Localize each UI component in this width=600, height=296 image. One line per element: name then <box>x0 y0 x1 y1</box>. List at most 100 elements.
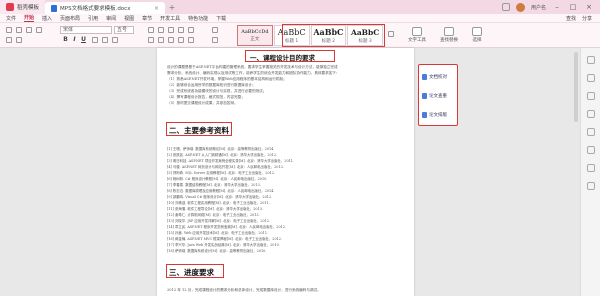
menu-home[interactable]: 开始 <box>24 14 35 22</box>
layout-icon <box>422 111 427 118</box>
text-tools-button[interactable]: 文字工具 <box>408 27 426 43</box>
app-home-tab[interactable]: 稻壳模板 <box>0 0 46 14</box>
shading-icon[interactable] <box>212 37 218 43</box>
comments-icon[interactable] <box>587 128 595 136</box>
align-right-icon[interactable] <box>168 37 174 43</box>
reference-item: [5] 郑阿奇. SQL Server 实用教程[M]. 北京：电子工业出版社，… <box>167 171 276 175</box>
decrease-indent-icon[interactable] <box>168 27 174 33</box>
style-normal-sample: AaBbCcDd <box>241 29 269 35</box>
style-gallery-more-icon[interactable] <box>388 31 394 37</box>
minimize-icon[interactable]: – <box>552 3 562 11</box>
reference-item: [3] 明日科技. ASP.NET 项目开发案例全程实录[M]. 北京：清华大学… <box>167 159 295 163</box>
menu-layout[interactable]: 页面布局 <box>60 15 80 22</box>
reference-item: [15] 孙鑫. Web 应用开发技术[M]. 北京：电子工业出版社，2011. <box>167 231 269 235</box>
paragraph-line: 设计的课题是基于ASP.NET平台构建的管理系统，要求学生掌握相关的开发技术与设… <box>167 65 338 69</box>
italic-button[interactable]: I <box>71 36 78 43</box>
font-color-icon[interactable] <box>92 37 98 43</box>
assistant-panel: 文档校对 论文查重 论文排版 <box>418 64 458 126</box>
document-page[interactable]: 一、课程设计目的要求 设计的课题是基于ASP.NET平台构建的管理系统，要求学生… <box>157 48 414 296</box>
style-normal[interactable]: AaBbCcDd 正文 <box>237 25 273 46</box>
share-icon[interactable] <box>587 146 595 154</box>
text-tools-label: 文字工具 <box>408 38 426 43</box>
line-spacing-icon[interactable] <box>188 37 194 43</box>
title-bar: 稻壳模板 MPS文档格式要求模板.docx × + 用户名 – □ × <box>0 0 600 14</box>
document-tab[interactable]: MPS文档格式要求模板.docx × <box>45 2 166 14</box>
paragraph-line: 2012 年 12 月，完成课程设计的需求分析和总体设计，完成数据库设计，进行系… <box>167 288 321 292</box>
titlebar-right: 用户名 – □ × <box>501 2 600 12</box>
menu-review[interactable]: 审阅 <box>106 15 116 22</box>
menu-references[interactable]: 引用 <box>88 15 98 22</box>
select-icon <box>472 27 482 36</box>
find-replace-icon <box>444 27 454 36</box>
paragraph-line: （1）熟悉ASP.NET开发环境，掌握Web应用程序的基本结构和运行机制； <box>167 77 287 81</box>
bold-button[interactable]: B <box>62 36 69 43</box>
align-left-icon[interactable] <box>148 37 154 43</box>
style-normal-label: 正文 <box>250 37 260 42</box>
increase-indent-icon[interactable] <box>178 27 184 33</box>
menu-download[interactable]: 下载 <box>216 15 226 22</box>
document-workspace: 一、课程设计目的要求 设计的课题是基于ASP.NET平台构建的管理系统，要求学生… <box>0 48 600 296</box>
reference-item: [10] 刘甫迎. 软件工程实用教程[M]. 北京：电子工业出版社，2011. <box>167 201 270 205</box>
doc-proofread-button[interactable]: 文档校对 <box>422 67 454 86</box>
close-tab-icon[interactable]: × <box>154 5 159 12</box>
more-icon[interactable] <box>587 182 595 190</box>
section-1-title: 一、课程设计目的要求 <box>250 54 315 62</box>
reference-item: [4] 马骏. ASP.NET 网页设计与网站开发[M]. 北京：人民邮电出版社… <box>167 165 284 169</box>
font-size-select[interactable]: 五号 <box>114 26 134 34</box>
style-pane-icon[interactable] <box>587 74 595 82</box>
plagiarism-icon <box>422 92 427 99</box>
avatar[interactable] <box>515 2 525 12</box>
cursor-icon[interactable] <box>587 56 595 64</box>
right-sidebar <box>580 48 600 296</box>
underline-button[interactable]: U <box>80 36 87 43</box>
numbered-list-icon[interactable] <box>158 27 164 33</box>
paragraph-line: （2）能够综合运用所学的数据库知识进行数据库设计； <box>167 83 256 87</box>
menu-file[interactable]: 文件 <box>6 15 16 22</box>
tools-icon[interactable] <box>587 164 595 172</box>
format-pane-icon[interactable] <box>587 92 595 100</box>
find-replace-label: 查找替换 <box>440 38 458 43</box>
paste-icon[interactable] <box>6 27 12 33</box>
wps-logo-icon <box>6 3 14 11</box>
borders-icon[interactable] <box>212 27 218 33</box>
copy-icon[interactable] <box>26 27 32 33</box>
paragraph-line: 需求分析、系统设计、编码实现以及测试等工作，培养学生的综合开发能力和团队协作能力… <box>167 71 340 75</box>
paragraph-line: （4）撰写课程设计报告，格式规范，内容完整； <box>167 95 245 99</box>
highlight-icon[interactable] <box>102 37 108 43</box>
user-name[interactable]: 用户名 <box>531 4 546 11</box>
vertical-scrollbar[interactable] <box>574 52 578 122</box>
align-center-icon[interactable] <box>158 37 164 43</box>
font-family-select[interactable]: 宋体 <box>60 26 112 34</box>
find-replace-button[interactable]: 查找替换 <box>440 27 458 43</box>
menu-view[interactable]: 视图 <box>124 15 134 22</box>
bullet-list-icon[interactable] <box>148 27 154 33</box>
close-window-icon[interactable]: × <box>584 3 594 11</box>
maximize-icon[interactable]: □ <box>568 3 578 11</box>
sort-icon[interactable] <box>188 27 194 33</box>
paper-layout-button[interactable]: 论文排版 <box>422 105 454 124</box>
justify-icon[interactable] <box>178 37 184 43</box>
reference-item: [17] 李兴华. Java Web 开发实战经典[M]. 北京：清华大学出版社… <box>167 243 280 247</box>
select-button[interactable]: 选择 <box>472 27 482 43</box>
cut-icon[interactable] <box>16 27 22 33</box>
style-highlight-frame <box>282 24 385 47</box>
menu-developer[interactable]: 开发工具 <box>160 15 180 22</box>
reference-item: [2] 张跃廷. ASP.NET 从入门到精通[M]. 北京：清华大学出版社，2… <box>167 153 278 157</box>
window-layout-icon[interactable] <box>501 3 510 11</box>
menu-features[interactable]: 特色功能 <box>188 15 208 22</box>
menu-search[interactable]: 查找 <box>566 15 576 22</box>
text-effect-icon[interactable] <box>112 37 118 43</box>
format-painter-icon[interactable] <box>36 27 42 33</box>
menu-insert[interactable]: 插入 <box>42 15 52 22</box>
redo-icon[interactable] <box>16 37 22 43</box>
reference-item: [18] 萨师煊. 数据库系统设计[M]. 北京：高等教育出版社，2010. <box>167 249 267 253</box>
reference-item: [6] 杨树林. C# 程序设计教程[M]. 北京：人民邮电出版社，2010. <box>167 177 268 181</box>
menu-sections[interactable]: 章节 <box>142 15 152 22</box>
reference-item: [7] 李春葆. 数据结构教程[M]. 北京：清华大学出版社，2013. <box>167 183 261 187</box>
menu-bar: 文件 开始 插入 页面布局 引用 审阅 视图 章节 开发工具 特色功能 下载 查… <box>0 14 600 23</box>
plagiarism-check-button[interactable]: 论文查重 <box>422 86 454 105</box>
menu-share[interactable]: 分享 <box>582 15 592 22</box>
navigation-icon[interactable] <box>587 110 595 118</box>
new-tab-plus-icon[interactable]: + <box>165 3 179 12</box>
undo-icon[interactable] <box>6 37 12 43</box>
